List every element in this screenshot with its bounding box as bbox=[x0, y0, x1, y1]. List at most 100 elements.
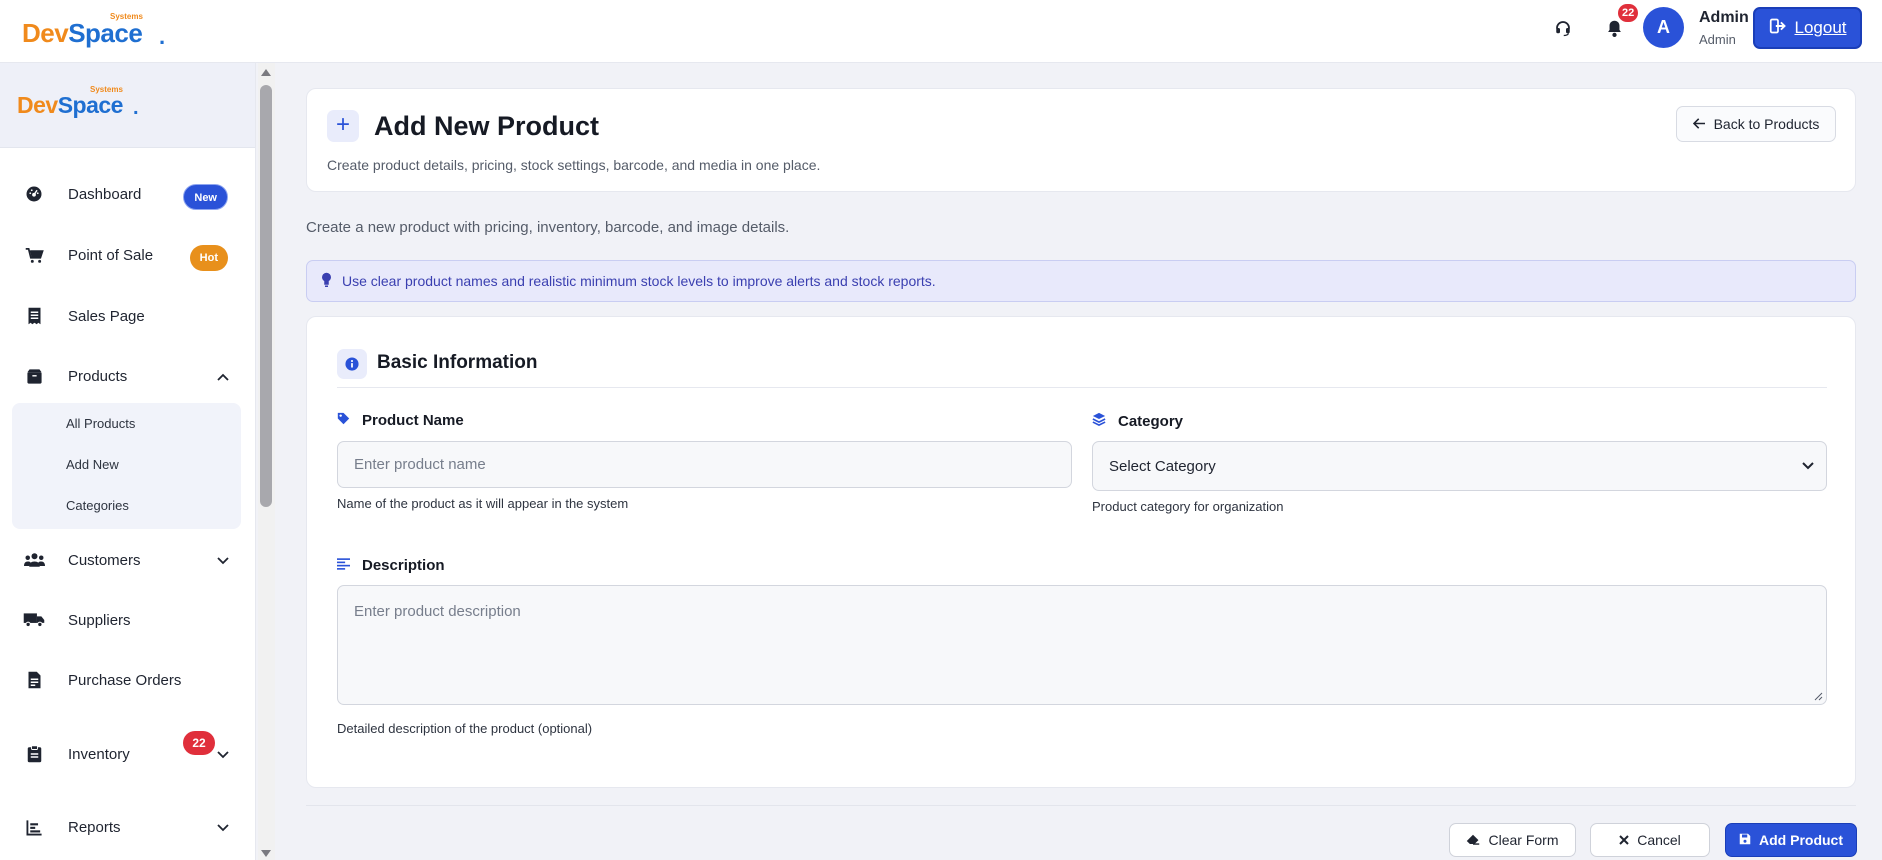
description-textarea[interactable]: Enter product description bbox=[337, 585, 1827, 705]
sidebar-item-label: Inventory bbox=[68, 745, 130, 763]
submenu-item-categories[interactable]: Categories bbox=[66, 498, 129, 513]
logo-dev-text: Dev bbox=[17, 92, 58, 118]
sidebar-item-label: Reports bbox=[68, 818, 121, 836]
basic-information-card: Basic Information Product Name Enter pro… bbox=[306, 316, 1856, 788]
product-name-help: Name of the product as it will appear in… bbox=[337, 496, 629, 511]
scroll-up-arrow[interactable] bbox=[261, 69, 271, 76]
logo-dot: . bbox=[133, 97, 139, 119]
sidebar-item-label: Dashboard bbox=[68, 185, 142, 203]
sidebar: Systems DevSpace . Dashboard New Point o… bbox=[0, 63, 256, 860]
sidebar-item-label: Sales Page bbox=[68, 307, 145, 325]
avatar[interactable]: A bbox=[1643, 7, 1684, 48]
resize-handle-icon[interactable] bbox=[1814, 692, 1823, 701]
sidebar-item-products[interactable]: Products bbox=[12, 354, 240, 398]
logout-icon bbox=[1769, 18, 1787, 39]
save-icon bbox=[1739, 832, 1751, 848]
notification-count-badge: 22 bbox=[1618, 4, 1639, 22]
top-navbar: Systems DevSpace . 22 A Admin Admin Logo… bbox=[0, 0, 1882, 63]
align-left-icon bbox=[337, 557, 350, 574]
sidebar-item-customers[interactable]: Customers bbox=[12, 538, 240, 582]
description-help: Detailed description of the product (opt… bbox=[337, 721, 593, 736]
intro-text: Create a new product with pricing, inven… bbox=[306, 219, 790, 236]
category-label: Category bbox=[1092, 412, 1183, 430]
sidebar-scrollbar[interactable] bbox=[258, 63, 275, 860]
eraser-icon bbox=[1466, 832, 1480, 848]
inventory-count-badge: 22 bbox=[183, 731, 215, 755]
category-select[interactable]: Select Category bbox=[1092, 441, 1827, 491]
cart-icon bbox=[12, 247, 56, 264]
receipt-icon bbox=[12, 307, 56, 325]
products-submenu: All Products Add New Categories bbox=[12, 403, 241, 529]
back-button-label: Back to Products bbox=[1713, 116, 1820, 132]
scroll-down-arrow[interactable] bbox=[261, 850, 271, 857]
tip-alert: Use clear product names and realistic mi… bbox=[306, 260, 1856, 302]
sidebar-item-sales-page[interactable]: Sales Page bbox=[12, 294, 240, 338]
tag-icon bbox=[337, 412, 350, 429]
logo-space-text: Space bbox=[57, 92, 124, 118]
product-name-input[interactable]: Enter product name bbox=[337, 441, 1072, 488]
file-invoice-icon bbox=[12, 671, 56, 689]
clear-form-button[interactable]: Clear Form bbox=[1449, 823, 1576, 857]
back-to-products-button[interactable]: Back to Products bbox=[1676, 106, 1836, 142]
truck-icon bbox=[12, 612, 56, 628]
description-label-text: Description bbox=[362, 557, 445, 574]
add-product-label: Add Product bbox=[1759, 832, 1843, 848]
product-name-label: Product Name bbox=[337, 412, 464, 429]
cancel-button[interactable]: Cancel bbox=[1590, 823, 1710, 857]
sidebar-item-point-of-sale[interactable]: Point of Sale Hot bbox=[12, 233, 240, 277]
arrow-left-icon bbox=[1692, 116, 1706, 132]
logout-button[interactable]: Logout bbox=[1753, 7, 1862, 49]
submenu-item-all-products[interactable]: All Products bbox=[66, 416, 135, 431]
dashboard-icon bbox=[12, 185, 56, 203]
description-label: Description bbox=[337, 557, 445, 574]
brand-logo[interactable]: Systems DevSpace . bbox=[22, 10, 182, 50]
info-icon bbox=[337, 349, 367, 379]
add-product-button[interactable]: Add Product bbox=[1725, 823, 1857, 857]
description-placeholder: Enter product description bbox=[354, 603, 521, 620]
category-selected-value: Select Category bbox=[1109, 457, 1216, 475]
chevron-down-icon bbox=[217, 824, 229, 832]
headset-icon[interactable] bbox=[1551, 16, 1575, 40]
box-icon bbox=[12, 368, 56, 385]
sidebar-item-reports[interactable]: Reports bbox=[12, 805, 240, 849]
logo-space-text: Space bbox=[68, 18, 143, 48]
new-badge: New bbox=[183, 184, 228, 210]
plus-icon: + bbox=[327, 110, 359, 142]
category-label-text: Category bbox=[1118, 412, 1184, 430]
tip-text: Use clear product names and realistic mi… bbox=[342, 273, 936, 289]
cancel-label: Cancel bbox=[1637, 832, 1681, 848]
logout-label: Logout bbox=[1794, 18, 1847, 37]
sidebar-item-suppliers[interactable]: Suppliers bbox=[12, 598, 240, 642]
scroll-thumb[interactable] bbox=[260, 85, 272, 507]
user-role: Admin bbox=[1699, 32, 1736, 47]
sidebar-logo-area: Systems DevSpace . bbox=[0, 63, 255, 148]
category-help: Product category for organization bbox=[1092, 499, 1284, 514]
sidebar-item-label: Purchase Orders bbox=[68, 671, 182, 689]
sidebar-item-label: Customers bbox=[68, 551, 141, 569]
section-title: Basic Information bbox=[377, 352, 538, 373]
chevron-down-icon bbox=[217, 557, 229, 565]
clipboard-icon bbox=[12, 745, 56, 763]
submenu-item-add-new[interactable]: Add New bbox=[66, 457, 119, 472]
sidebar-item-dashboard[interactable]: Dashboard New bbox=[12, 172, 240, 216]
users-icon bbox=[12, 552, 56, 568]
chevron-down-icon bbox=[1802, 462, 1814, 470]
logo-dot: . bbox=[159, 24, 166, 49]
logo-dev-text: Dev bbox=[22, 18, 69, 48]
page-subtitle: Create product details, pricing, stock s… bbox=[327, 157, 821, 173]
product-name-label-text: Product Name bbox=[362, 412, 464, 429]
layers-icon bbox=[1092, 412, 1106, 430]
sidebar-item-label: Products bbox=[68, 367, 128, 385]
close-icon bbox=[1619, 832, 1629, 848]
section-divider bbox=[337, 387, 1827, 388]
lightbulb-icon bbox=[321, 272, 332, 290]
chart-icon bbox=[12, 819, 56, 836]
sidebar-brand-logo[interactable]: Systems DevSpace . bbox=[17, 85, 157, 125]
user-name: Admin bbox=[1699, 9, 1749, 26]
chevron-up-icon bbox=[217, 373, 229, 381]
page-header-card: + Add New Product Create product details… bbox=[306, 88, 1856, 192]
product-name-placeholder: Enter product name bbox=[354, 456, 486, 473]
chevron-down-icon bbox=[217, 751, 229, 759]
clear-form-label: Clear Form bbox=[1488, 832, 1559, 848]
sidebar-item-purchase-orders[interactable]: Purchase Orders bbox=[12, 658, 240, 702]
